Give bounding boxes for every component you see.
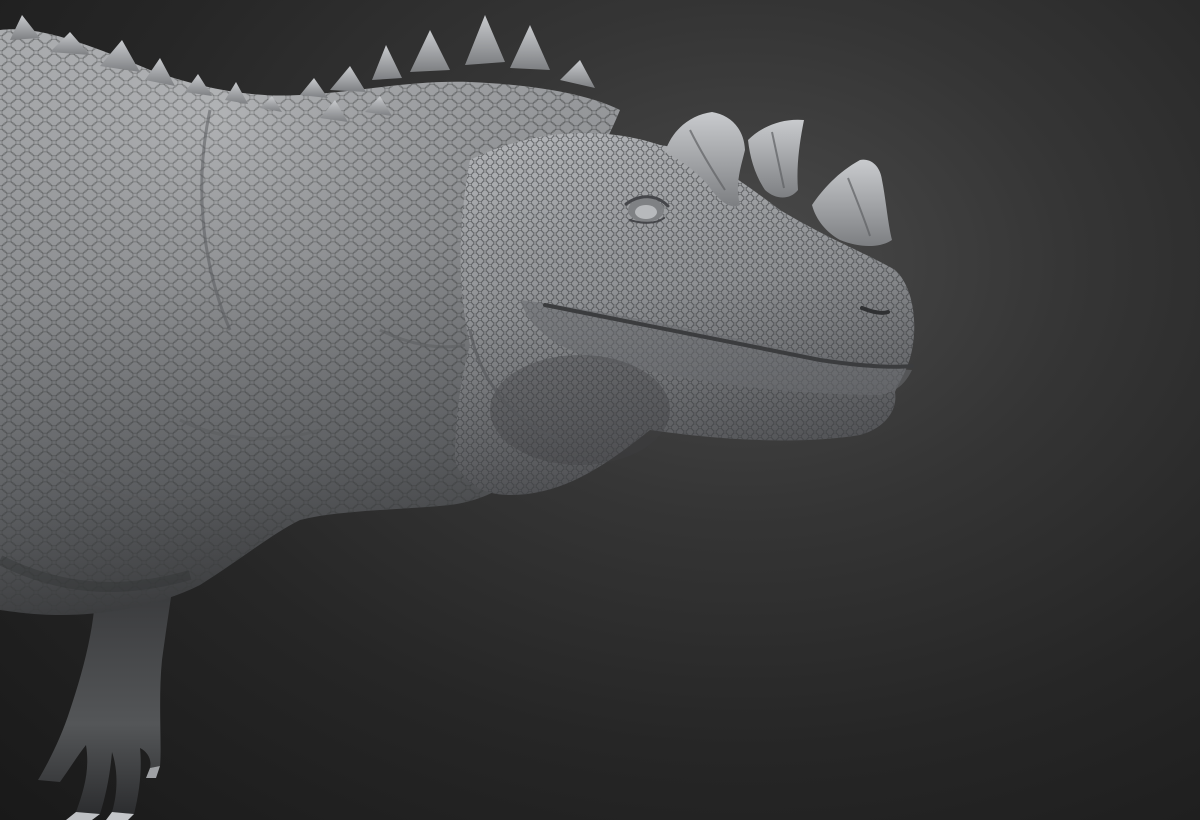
nose-horn: [812, 159, 892, 246]
leg: [38, 590, 172, 820]
render-viewport: [0, 0, 1200, 820]
dinosaur-render: [0, 15, 915, 820]
mid-horn: [748, 119, 804, 198]
